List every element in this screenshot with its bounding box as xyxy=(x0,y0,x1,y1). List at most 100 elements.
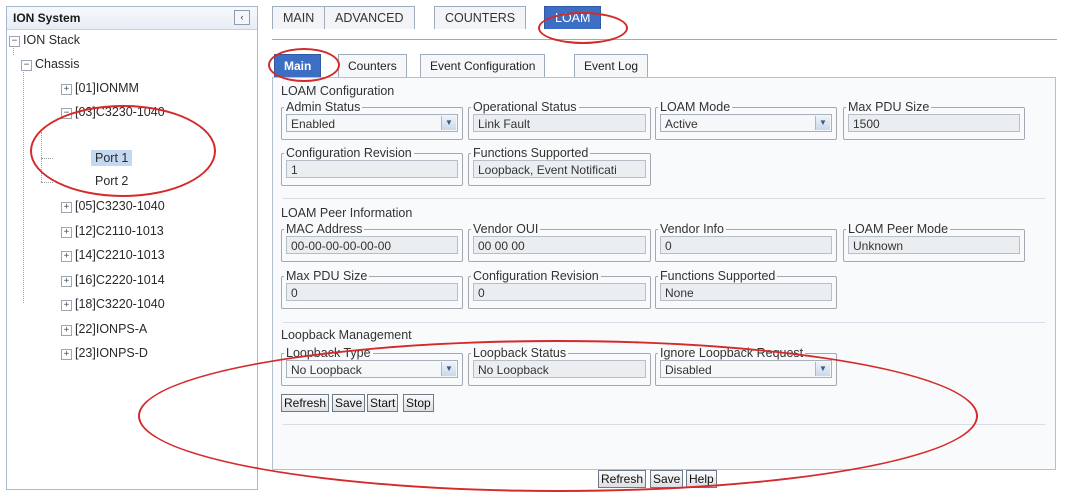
loopback-start-button[interactable]: Start xyxy=(367,394,399,412)
loam-mode-select[interactable]: Active ▼ xyxy=(660,114,832,132)
field-label: Loopback Status xyxy=(473,346,567,360)
field-label: Functions Supported xyxy=(660,269,776,283)
tab-advanced[interactable]: ADVANCED xyxy=(324,6,415,29)
tree-item-23-ionps-d[interactable]: + [23]IONPS-D xyxy=(61,346,148,360)
tree-item-label: [12]C2110-1013 xyxy=(75,224,164,238)
tree-collapse-icon[interactable]: − xyxy=(61,108,72,119)
max-pdu-size-value: 1500 xyxy=(848,114,1020,132)
tree-item-label: [05]C3230-1040 xyxy=(75,199,165,213)
chevron-down-icon[interactable]: ▼ xyxy=(815,362,830,376)
peer-functions-supported-value: None xyxy=(660,283,832,301)
tree-item-chassis[interactable]: − Chassis xyxy=(21,57,79,71)
tree-expand-icon[interactable]: + xyxy=(61,300,72,311)
tree-panel-title: ION System xyxy=(13,11,81,25)
subtab-counters[interactable]: Counters xyxy=(338,54,407,77)
field-label: Vendor OUI xyxy=(473,222,539,236)
refresh-button[interactable]: Refresh xyxy=(598,470,647,488)
tab-strip-divider xyxy=(272,39,1057,40)
tree-item-label: [22]IONPS-A xyxy=(75,322,148,336)
tree-expand-icon[interactable]: + xyxy=(61,276,72,287)
tree-item-01-ionmm[interactable]: + [01]IONMM xyxy=(61,81,139,95)
tree-item-14-c2210-1013[interactable]: + [14]C2210-1013 xyxy=(61,248,165,262)
field-label: Max PDU Size xyxy=(286,269,368,283)
select-value: No Loopback xyxy=(291,363,362,377)
loam-peer-mode-value: Unknown xyxy=(848,236,1020,254)
chevron-down-icon[interactable]: ▼ xyxy=(815,116,830,130)
peer-max-pdu-size-value: 0 xyxy=(286,283,458,301)
peer-max-pdu-size-group: Max PDU Size 0 xyxy=(281,269,463,309)
admin-status-select[interactable]: Enabled ▼ xyxy=(286,114,458,132)
tab-loam[interactable]: LOAM xyxy=(544,6,602,29)
mac-address-value: 00-00-00-00-00-00 xyxy=(286,236,458,254)
tree-item-05-c3230-1040[interactable]: + [05]C3230-1040 xyxy=(61,199,165,213)
tree-expand-icon[interactable]: + xyxy=(61,349,72,360)
tree-collapse-icon[interactable]: − xyxy=(9,36,20,47)
section-divider xyxy=(283,424,1045,425)
admin-status-group: Admin Status Enabled ▼ xyxy=(281,100,463,140)
select-value: Active xyxy=(665,117,698,131)
tree-item-16-c2220-1014[interactable]: + [16]C2220-1014 xyxy=(61,273,165,287)
operational-status-group: Operational Status Link Fault xyxy=(468,100,651,140)
tab-counters[interactable]: COUNTERS xyxy=(434,6,527,29)
loopback-save-button[interactable]: Save xyxy=(332,394,366,412)
section-divider xyxy=(283,198,1045,199)
subtab-main[interactable]: Main xyxy=(274,54,322,77)
tree-item-label: [16]C2220-1014 xyxy=(75,273,165,287)
loopback-status-group: Loopback Status No Loopback xyxy=(468,346,651,386)
tree-item-ion-stack[interactable]: − ION Stack xyxy=(9,33,80,47)
chevron-down-icon[interactable]: ▼ xyxy=(441,362,456,376)
peer-functions-supported-group: Functions Supported None xyxy=(655,269,837,309)
tree-collapse-icon[interactable]: − xyxy=(21,60,32,71)
operational-status-value: Link Fault xyxy=(473,114,646,132)
tree-item-port-1[interactable]: Port 1 xyxy=(91,150,133,166)
tree-item-port-2[interactable]: Port 2 xyxy=(95,174,128,188)
section-title-loam-configuration: LOAM Configuration xyxy=(281,84,395,98)
tab-main[interactable]: MAIN xyxy=(272,6,326,29)
loopback-stop-button[interactable]: Stop xyxy=(403,394,434,412)
loopback-type-group: Loopback Type No Loopback ▼ xyxy=(281,346,463,386)
tree-expand-icon[interactable]: + xyxy=(61,325,72,336)
chevron-down-icon[interactable]: ▼ xyxy=(441,116,456,130)
loam-main-panel: LOAM Configuration Admin Status Enabled … xyxy=(272,77,1056,470)
content-panel: MAIN ADVANCED COUNTERS LOAM Main Counter… xyxy=(262,6,1062,490)
tree-expand-icon[interactable]: + xyxy=(61,84,72,95)
vendor-oui-group: Vendor OUI 00 00 00 xyxy=(468,222,651,262)
peer-configuration-revision-value: 0 xyxy=(473,283,646,301)
save-button[interactable]: Save xyxy=(650,470,684,488)
help-button[interactable]: Help xyxy=(686,470,717,488)
field-label: Vendor Info xyxy=(660,222,724,236)
tree-item-12-c2110-1013[interactable]: + [12]C2110-1013 xyxy=(61,224,164,238)
tree-item-label: [14]C2210-1013 xyxy=(75,248,165,262)
select-value: Enabled xyxy=(291,117,336,131)
section-title-loopback-management: Loopback Management xyxy=(281,328,412,342)
subtab-event-log[interactable]: Event Log xyxy=(574,54,649,77)
subtab-event-configuration[interactable]: Event Configuration xyxy=(420,54,546,77)
ignore-loopback-request-select[interactable]: Disabled ▼ xyxy=(660,360,832,378)
tree-expand-icon[interactable]: + xyxy=(61,202,72,213)
functions-supported-value: Loopback, Event Notificati xyxy=(473,160,646,178)
loopback-status-value: No Loopback xyxy=(473,360,646,378)
section-title-loam-peer-information: LOAM Peer Information xyxy=(281,206,413,220)
field-label: LOAM Peer Mode xyxy=(848,222,949,236)
loopback-refresh-button[interactable]: Refresh xyxy=(281,394,330,412)
tree-panel-header: ION System ‹ xyxy=(7,7,257,30)
tree-item-03-c3230-1040[interactable]: − [03]C3230-1040 xyxy=(61,105,165,119)
configuration-revision-value: 1 xyxy=(286,160,458,178)
field-label: Operational Status xyxy=(473,100,577,114)
vendor-oui-value: 00 00 00 xyxy=(473,236,646,254)
field-label: MAC Address xyxy=(286,222,363,236)
loam-peer-mode-group: LOAM Peer Mode Unknown xyxy=(843,222,1025,262)
tree-item-18-c3220-1040[interactable]: + [18]C3220-1040 xyxy=(61,297,165,311)
loopback-type-select[interactable]: No Loopback ▼ xyxy=(286,360,458,378)
field-label: Max PDU Size xyxy=(848,100,930,114)
field-label: Admin Status xyxy=(286,100,361,114)
peer-configuration-revision-group: Configuration Revision 0 xyxy=(468,269,651,309)
navigation-tree-panel: ION System ‹ − ION Stack − Chassis + [01]IO… xyxy=(6,6,258,490)
field-label: Ignore Loopback Request xyxy=(660,346,804,360)
tree-expand-icon[interactable]: + xyxy=(61,251,72,262)
tree-expand-icon[interactable]: + xyxy=(61,227,72,238)
tree-item-22-ionps-a[interactable]: + [22]IONPS-A xyxy=(61,322,147,336)
functions-supported-group: Functions Supported Loopback, Event Noti… xyxy=(468,146,651,186)
collapse-panel-icon[interactable]: ‹ xyxy=(234,10,250,25)
tree-item-label: [03]C3230-1040 xyxy=(75,105,165,119)
